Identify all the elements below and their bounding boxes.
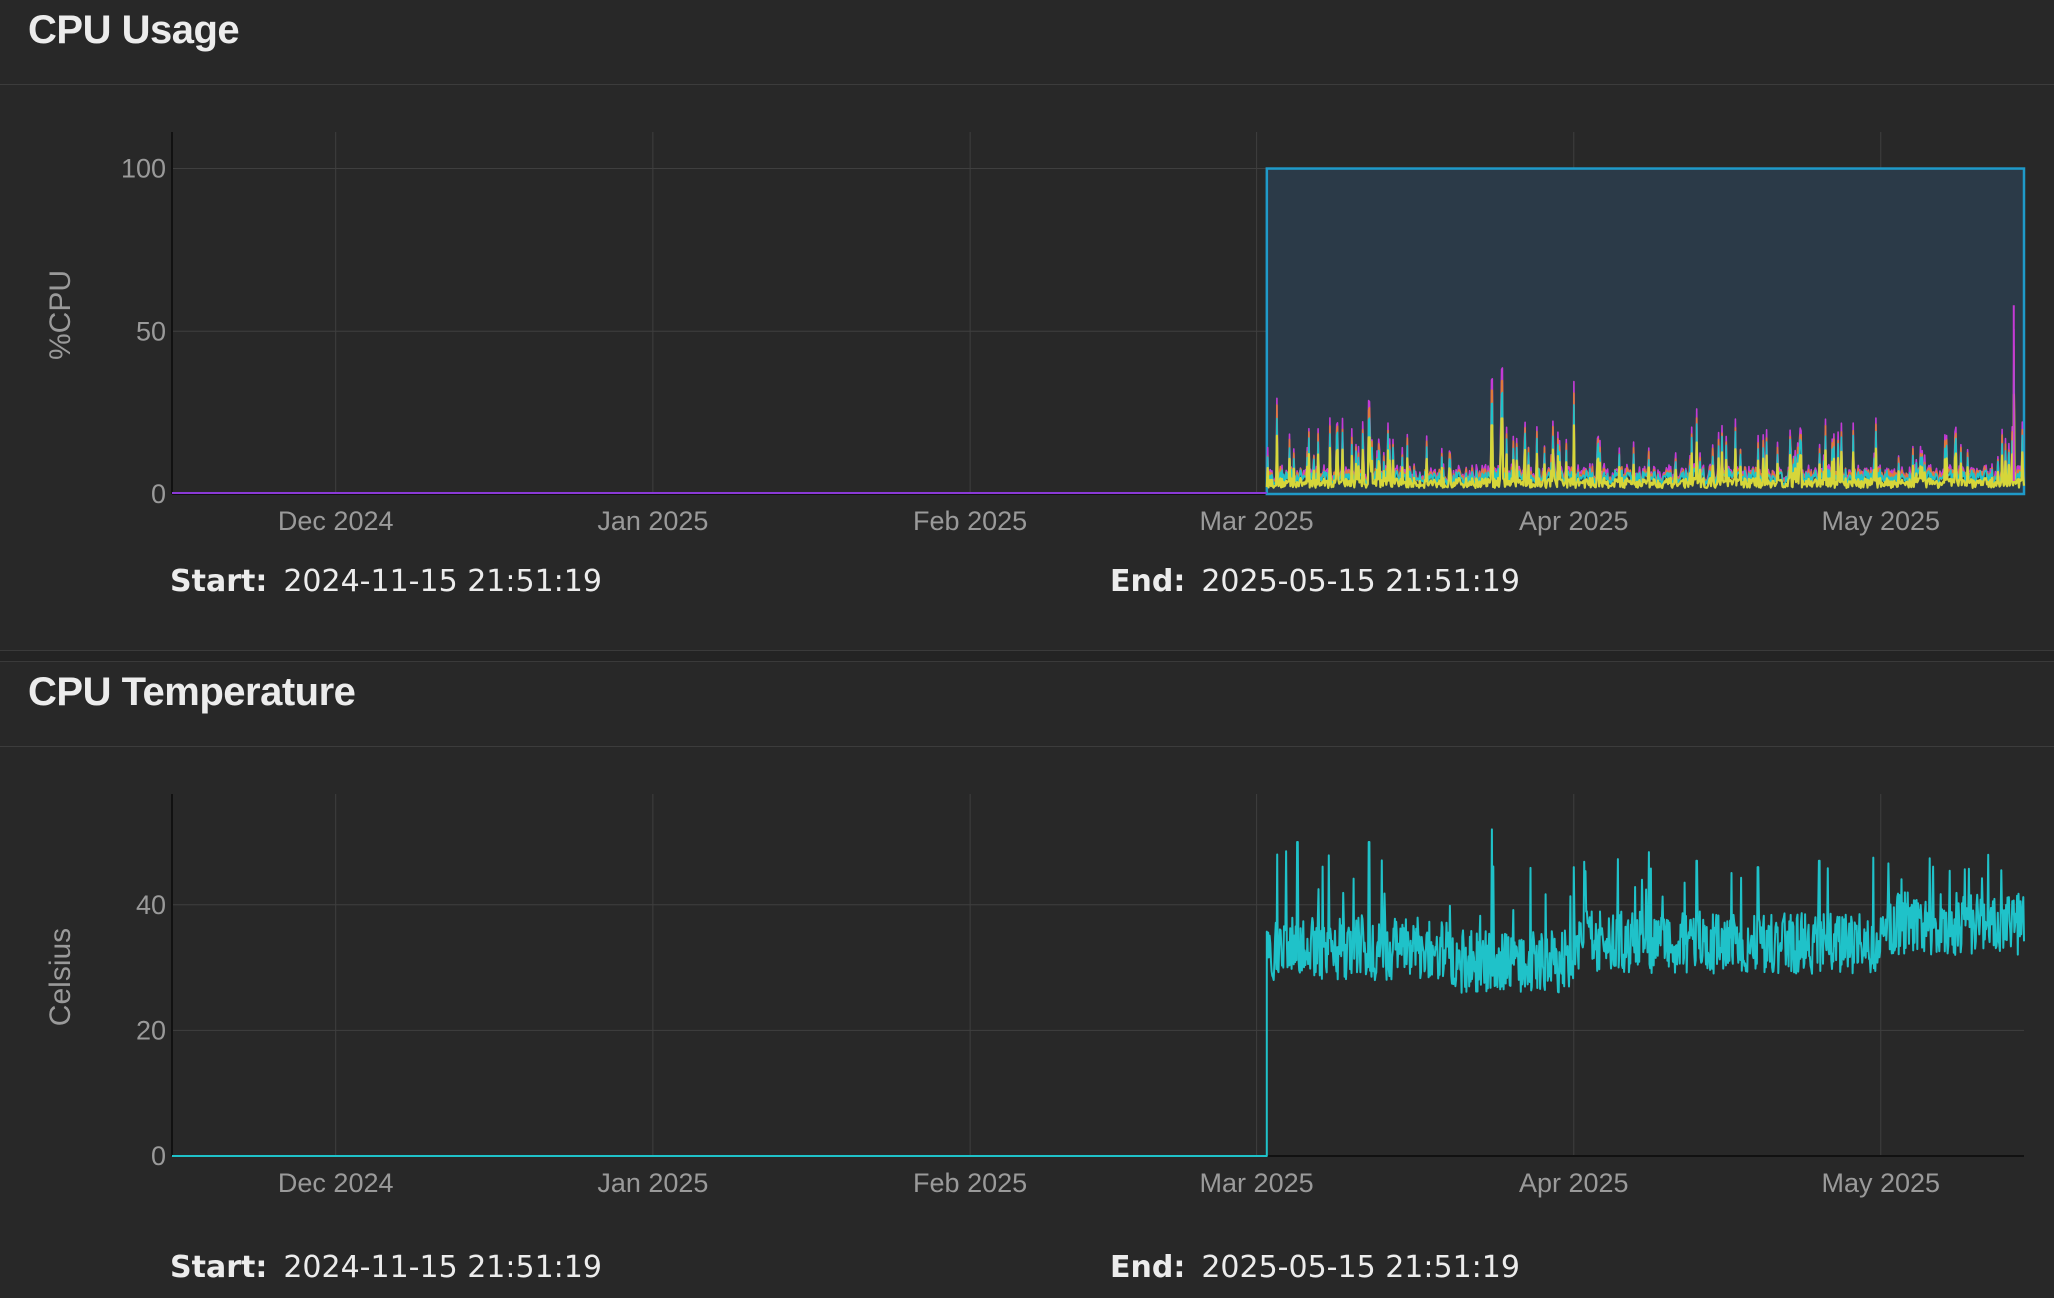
range-start: Start: 2024-11-15 21:51:19	[170, 1250, 602, 1285]
y-tick-label: 50	[136, 316, 166, 346]
range-end: End: 2025-05-15 21:51:19	[1110, 564, 1520, 599]
x-tick-label: Feb 2025	[913, 506, 1027, 536]
x-tick-label: Dec 2024	[278, 506, 394, 536]
range-start: Start: 2024-11-15 21:51:19	[170, 564, 602, 599]
end-value: 2025-05-15 21:51:19	[1201, 1250, 1520, 1285]
start-value: 2024-11-15 21:51:19	[283, 564, 602, 599]
start-label: Start:	[170, 1250, 268, 1285]
cpu-usage-panel: CPU Usage Dec 2024 Jan 2025 Feb 2025 Mar 20…	[0, 0, 2054, 650]
x-tick-label: Feb 2025	[913, 1168, 1027, 1198]
selection-box	[1265, 167, 2026, 496]
x-tick-label: Dec 2024	[278, 1168, 394, 1198]
x-tick-label: Mar 2025	[1200, 506, 1314, 536]
x-tick-label: May 2025	[1821, 1168, 1940, 1198]
y-tick-label: 20	[136, 1015, 166, 1045]
x-tick-label: May 2025	[1821, 506, 1940, 536]
y-tick-label: 0	[151, 479, 166, 509]
end-label: End:	[1110, 564, 1186, 599]
cpu-usage-chart[interactable]: Dec 2024 Jan 2025 Feb 2025 Mar 2025 Apr 2025…	[0, 100, 2054, 540]
start-value: 2024-11-15 21:51:19	[283, 1250, 602, 1285]
panel-title: CPU Usage	[28, 8, 240, 52]
y-axis-label: Celsius	[44, 928, 77, 1026]
x-tick-label: Jan 2025	[597, 1168, 708, 1198]
panel-separator	[0, 650, 2054, 662]
panel-title: CPU Temperature	[28, 670, 356, 714]
x-tick-label: Apr 2025	[1519, 506, 1629, 536]
range-end: End: 2025-05-15 21:51:19	[1110, 1250, 1520, 1285]
y-tick-label: 100	[121, 154, 166, 184]
end-value: 2025-05-15 21:51:19	[1201, 564, 1520, 599]
end-label: End:	[1110, 1250, 1186, 1285]
y-axis-label: %CPU	[44, 270, 77, 360]
x-tick-label: Apr 2025	[1519, 1168, 1629, 1198]
y-tick-label: 40	[136, 890, 166, 920]
start-label: Start:	[170, 564, 268, 599]
series-line-0	[172, 828, 2025, 1157]
divider	[0, 84, 2054, 85]
x-tick-label: Mar 2025	[1200, 1168, 1314, 1198]
y-tick-label: 0	[151, 1141, 166, 1171]
divider	[0, 746, 2054, 747]
cpu-temperature-panel: CPU Temperature Dec 2024 Jan 2025 Feb 2025…	[0, 662, 2054, 1298]
x-tick-label: Jan 2025	[597, 506, 708, 536]
cpu-temperature-chart[interactable]: Dec 2024 Jan 2025 Feb 2025 Mar 2025 Apr 2025…	[0, 762, 2054, 1202]
